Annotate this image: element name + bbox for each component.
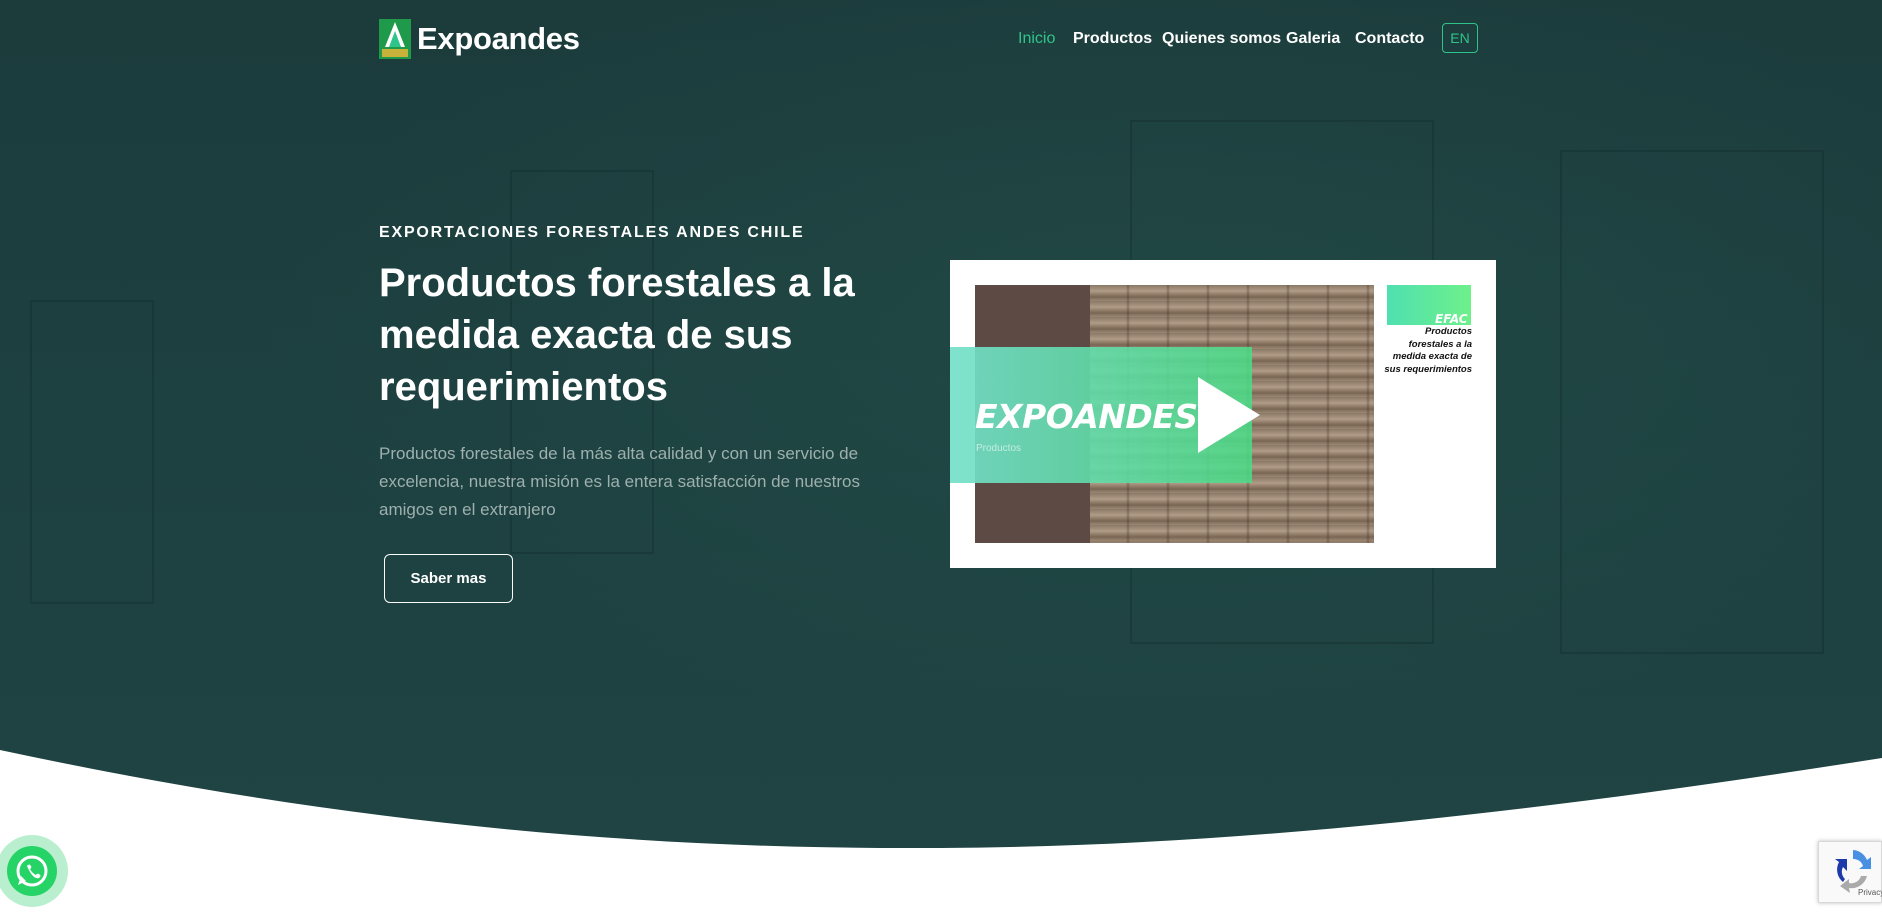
recaptcha-privacy-terms[interactable]: Privacy - Terms: [1858, 888, 1882, 897]
nav-item-contacto[interactable]: Contacto: [1355, 30, 1424, 48]
video-title: EXPOANDES: [975, 397, 1198, 436]
video-side-text: Productos forestales a la medida exacta …: [1384, 326, 1472, 375]
top-navigation: Expoandes Inicio Productos Quienes somos…: [0, 18, 1882, 60]
brand-logo[interactable]: Expoandes: [379, 18, 580, 60]
video-thumbnail[interactable]: EXPOANDES Productos EFAC Productos fores…: [950, 260, 1496, 568]
hero-headline: Productos forestales a la medida exacta …: [379, 261, 855, 409]
video-side-tag: EFAC: [1435, 312, 1468, 326]
language-toggle-button[interactable]: EN: [1442, 23, 1478, 53]
background-photo-decoration: [30, 300, 154, 604]
tree-logo-icon: [379, 19, 411, 59]
saber-mas-button[interactable]: Saber mas: [384, 554, 513, 603]
hero-lead-text: Productos forestales de la más alta cali…: [379, 444, 860, 519]
play-icon[interactable]: [1194, 375, 1264, 459]
brand-name: Expoandes: [417, 21, 580, 56]
nav-item-productos[interactable]: Productos: [1073, 30, 1152, 48]
video-subtitle: Productos: [976, 443, 1022, 454]
whatsapp-button[interactable]: [0, 835, 68, 908]
nav-item-galeria[interactable]: Galeria: [1286, 30, 1340, 48]
hero-bottom-wave: [0, 750, 1882, 908]
nav-item-inicio[interactable]: Inicio: [1018, 30, 1055, 48]
nav-item-quienes-somos[interactable]: Quienes somos: [1162, 30, 1281, 48]
background-photo-decoration: [1560, 150, 1824, 654]
hero-eyebrow: EXPORTACIONES FORESTALES ANDES CHILE: [379, 224, 805, 241]
